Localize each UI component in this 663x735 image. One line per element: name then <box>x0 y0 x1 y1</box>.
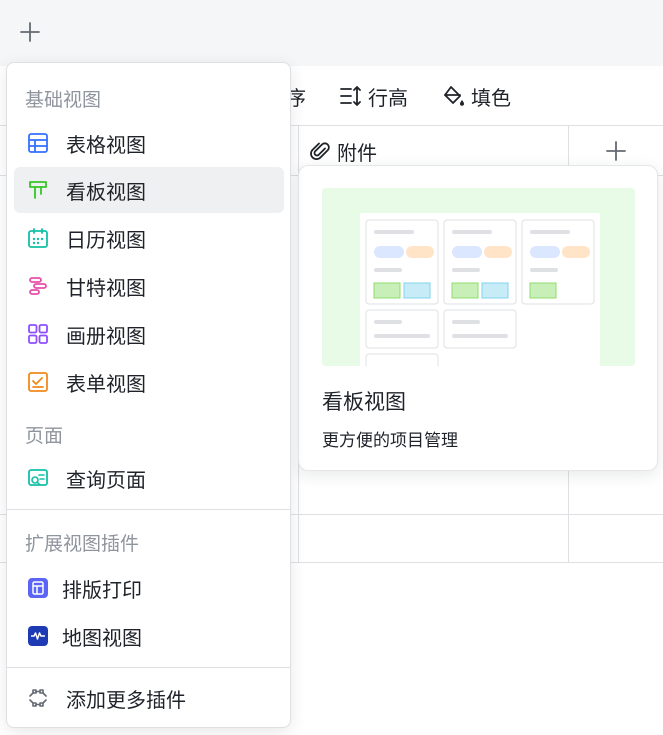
add-view-button[interactable] <box>14 16 46 48</box>
map-view-icon <box>26 624 50 648</box>
menu-section-basic-views: 基础视图 <box>25 89 102 111</box>
preview-description: 更方便的项目管理 <box>322 431 458 451</box>
menu-item-kanban-view[interactable]: 看板视图 <box>14 167 284 213</box>
paperclip-icon <box>310 142 330 160</box>
menu-item-add-more-plugins[interactable]: 添加更多插件 <box>14 675 284 721</box>
fill-color-label: 填色 <box>471 85 511 110</box>
gantt-view-icon <box>26 274 50 298</box>
menu-item-label: 排版打印 <box>62 577 142 602</box>
menu-item-query-page[interactable]: 查询页面 <box>14 455 284 501</box>
app-page: 序 行高 填色 附件 看板视图 更方便的项目管理 基础视图 表格视图 看板视图 … <box>0 0 663 735</box>
menu-item-gallery-view[interactable]: 画册视图 <box>14 311 284 357</box>
preview-title: 看板视图 <box>322 390 406 414</box>
menu-item-table-view[interactable]: 表格视图 <box>14 120 284 166</box>
row-height-button[interactable]: 行高 <box>338 82 408 110</box>
menu-divider <box>7 509 290 510</box>
calendar-view-icon <box>26 226 50 250</box>
layout-print-icon <box>26 576 50 600</box>
menu-item-layout-print[interactable]: 排版打印 <box>14 565 284 611</box>
menu-item-label: 日历视图 <box>66 227 146 252</box>
view-tab-bar <box>0 0 663 66</box>
menu-item-label: 看板视图 <box>66 179 146 204</box>
gallery-view-icon <box>26 322 50 346</box>
view-preview-card: 看板视图 更方便的项目管理 <box>298 165 658 471</box>
row-height-icon <box>340 86 361 106</box>
menu-item-form-view[interactable]: 表单视图 <box>14 359 284 405</box>
menu-item-label: 表单视图 <box>66 371 146 396</box>
menu-section-pages: 页面 <box>25 425 64 447</box>
menu-item-gantt-view[interactable]: 甘特视图 <box>14 263 284 309</box>
menu-item-label: 地图视图 <box>62 625 142 650</box>
menu-item-label: 画册视图 <box>66 323 146 348</box>
menu-divider <box>7 667 290 668</box>
row-height-label: 行高 <box>368 85 408 110</box>
column-header-label: 附件 <box>337 140 377 165</box>
menu-section-extension-plugins: 扩展视图插件 <box>25 533 140 555</box>
kanban-preview-image <box>322 188 635 366</box>
menu-item-label: 表格视图 <box>66 132 146 157</box>
form-view-icon <box>26 370 50 394</box>
plus-icon <box>606 141 626 161</box>
table-view-icon <box>26 131 50 155</box>
menu-item-label: 添加更多插件 <box>66 687 186 712</box>
paint-bucket-icon <box>444 86 464 106</box>
kanban-view-icon <box>26 178 50 202</box>
kanban-illustration <box>322 188 635 366</box>
menu-item-label: 查询页面 <box>66 467 146 492</box>
fill-color-button[interactable]: 填色 <box>441 82 511 110</box>
add-plugin-icon <box>26 686 50 710</box>
menu-item-calendar-view[interactable]: 日历视图 <box>14 215 284 261</box>
add-view-menu: 基础视图 表格视图 看板视图 日历视图 甘特视图 画册视图 表单视图 页面 查询… <box>6 62 291 728</box>
menu-item-label: 甘特视图 <box>66 275 146 300</box>
query-page-icon <box>26 466 50 490</box>
plus-icon <box>20 22 40 42</box>
menu-item-map-view[interactable]: 地图视图 <box>14 613 284 659</box>
